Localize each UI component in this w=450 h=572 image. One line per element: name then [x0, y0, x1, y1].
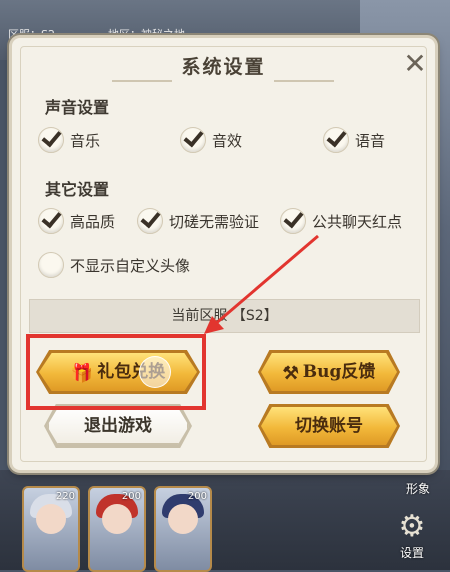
pointer-arrow: [204, 234, 319, 334]
arrow-line: [213, 234, 319, 327]
